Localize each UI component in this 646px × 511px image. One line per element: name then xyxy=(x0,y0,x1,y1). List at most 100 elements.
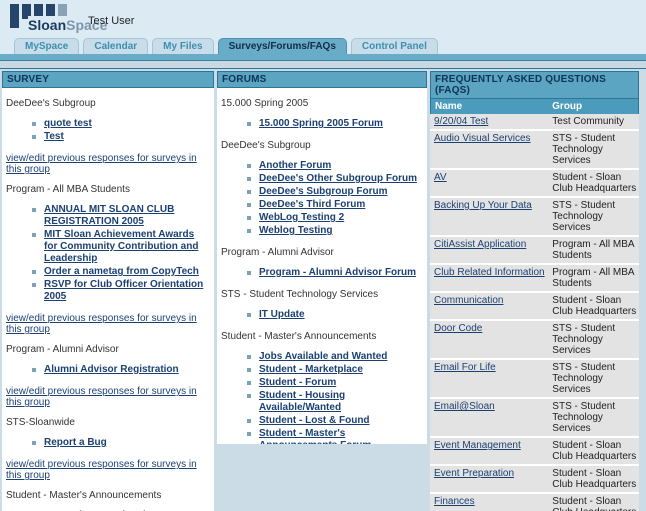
forum-link[interactable]: Student - Lost & Found xyxy=(259,415,370,426)
forum-link[interactable]: IT Update xyxy=(259,309,305,320)
item-list: Jobs Available and Wanted Student - Marke… xyxy=(247,351,423,444)
faq-link[interactable]: CitiAssist Application xyxy=(434,239,526,250)
faq-link[interactable]: 9/20/04 Test xyxy=(434,116,488,127)
survey-list: DeeDee's Subgroup quote test Test view/ed… xyxy=(2,88,214,511)
forum-link[interactable]: Student - Forum xyxy=(259,377,336,388)
faq-group-label: Student - Sloan Club Headquarters xyxy=(550,170,639,196)
group-name-label: STS - Student Technology Services xyxy=(221,289,423,300)
survey-link[interactable]: ANNUAL MIT SLOAN CLUB REGISTRATION 2005 xyxy=(44,204,174,227)
accent-bar xyxy=(0,54,646,61)
faq-group-label: Program - All MBA Students xyxy=(550,237,639,263)
group-section: Program - All MBA Students ANNUAL MIT SL… xyxy=(6,184,210,335)
list-item: Student - Marketplace xyxy=(247,364,423,377)
survey-link[interactable]: quote test xyxy=(44,118,92,129)
list-item: RSVP for Club Officer Orientation 2005 xyxy=(32,279,210,304)
forum-link[interactable]: DeeDee's Other Subgroup Forum xyxy=(259,173,417,184)
survey-link[interactable]: Report a Bug xyxy=(44,437,107,448)
faq-link[interactable]: Audio Visual Services xyxy=(434,133,531,144)
survey-panel: SURVEY DeeDee's Subgroup quote testTest … xyxy=(2,71,214,511)
tab-my-files[interactable]: My Files xyxy=(152,38,213,54)
faq-link[interactable]: Door Code xyxy=(434,323,482,334)
faq-panel: FREQUENTLY ASKED QUESTIONS (FAQS) Name G… xyxy=(430,71,639,511)
tab-control-panel[interactable]: Control Panel xyxy=(351,38,438,54)
survey-link[interactable]: Test xyxy=(44,131,64,142)
forum-link[interactable]: Weblog Testing xyxy=(259,225,333,236)
list-item: DeeDee's Subgroup Forum xyxy=(247,186,423,199)
survey-link[interactable]: Alumni Advisor Registration xyxy=(44,364,179,375)
survey-link[interactable]: RSVP for Club Officer Orientation 2005 xyxy=(44,279,203,302)
table-row: Audio Visual Services STS - Student Tech… xyxy=(430,131,639,170)
faq-link[interactable]: Email@Sloan xyxy=(434,401,495,412)
faq-link[interactable]: Finances xyxy=(434,496,475,507)
item-list: Program - Alumni Advisor Forum xyxy=(247,267,423,280)
forum-link[interactable]: Student - Marketplace xyxy=(259,364,363,375)
forum-link[interactable]: DeeDee's Subgroup Forum xyxy=(259,186,388,197)
list-item: Student - Lost & Found xyxy=(247,415,423,428)
faq-link[interactable]: AV xyxy=(434,172,447,183)
table-row: Communication Student - Sloan Club Headq… xyxy=(430,293,639,321)
view-edit-responses-link[interactable]: view/edit previous responses for surveys… xyxy=(6,386,210,408)
faq-group-label: STS - Student Technology Services xyxy=(550,360,639,397)
group-name-label: DeeDee's Subgroup xyxy=(6,98,210,109)
list-item: Order a nametag from CopyTech xyxy=(32,266,210,279)
group-name-label: Student - Master's Announcements xyxy=(221,331,423,342)
forum-link[interactable]: Student - Housing Available/Wanted xyxy=(259,390,345,413)
header-strip xyxy=(0,61,646,68)
list-item: 15.000 Spring 2005 Forum xyxy=(247,118,423,131)
list-item: Student - Housing Available/Wanted xyxy=(247,390,423,415)
item-list: quote test Test xyxy=(32,118,210,144)
faq-group-label: Student - Sloan Club Headquarters xyxy=(550,438,639,464)
list-item: MIT Sloan Achievement Awards for Communi… xyxy=(32,229,210,266)
table-row: Email@Sloan STS - Student Technology Ser… xyxy=(430,399,639,438)
faq-link[interactable]: Club Related Information xyxy=(434,267,545,278)
group-name-label: Program - Alumni Advisor xyxy=(221,247,423,258)
faq-link[interactable]: Event Management xyxy=(434,440,521,451)
item-list: 15.000 Spring 2005 Forum xyxy=(247,118,423,131)
forum-link[interactable]: Another Forum xyxy=(259,160,331,171)
faq-group-label: STS - Student Technology Services xyxy=(550,399,639,436)
forum-link[interactable]: Program - Alumni Advisor Forum xyxy=(259,267,416,278)
list-item: WebLog Testing 2 xyxy=(247,212,423,225)
group-name-label: 15.000 Spring 2005 xyxy=(221,98,423,109)
table-row: Club Related Information Program - All M… xyxy=(430,265,639,293)
table-row: Event Preparation Student - Sloan Club H… xyxy=(430,466,639,494)
forum-link[interactable]: Student - Master's Announcements Forum xyxy=(259,428,371,444)
forum-link[interactable]: WebLog Testing 2 xyxy=(259,212,344,223)
tab-myspace[interactable]: MySpace xyxy=(14,38,79,54)
forum-link[interactable]: DeeDee's Third Forum xyxy=(259,199,365,210)
faq-group-label: STS - Student Technology Services xyxy=(550,198,639,235)
table-row: 9/20/04 Test Test Community xyxy=(430,114,639,131)
survey-link[interactable]: MIT Sloan Achievement Awards for Communi… xyxy=(44,229,198,264)
view-edit-responses-link[interactable]: view/edit previous responses for surveys… xyxy=(6,153,210,175)
faq-group-label: STS - Student Technology Services xyxy=(550,131,639,168)
faq-group-label: Test Community xyxy=(550,114,639,129)
faq-link[interactable]: Communication xyxy=(434,295,503,306)
group-section: 15.000 Spring 2005 15.000 Spring 2005 Fo… xyxy=(221,98,423,131)
view-edit-responses-link[interactable]: view/edit previous responses for surveys… xyxy=(6,459,210,481)
item-list: ANNUAL MIT SLOAN CLUB REGISTRATION 2005M… xyxy=(32,204,210,304)
group-section: Program - Alumni Advisor Alumni Advisor … xyxy=(6,344,210,408)
brand: SloanSpace xyxy=(10,4,67,28)
forum-link[interactable]: 15.000 Spring 2005 Forum xyxy=(259,118,383,129)
list-item: Alumni Advisor Registration xyxy=(32,364,210,377)
item-list: IT Update xyxy=(247,309,423,322)
list-item: DeeDee's Other Subgroup Forum xyxy=(247,173,423,186)
group-section: STS-Sloanwide Report a Bug view/edit pre… xyxy=(6,417,210,481)
forum-link[interactable]: Jobs Available and Wanted xyxy=(259,351,387,362)
faq-link[interactable]: Backing Up Your Data xyxy=(434,200,532,211)
faq-group-label: Student - Sloan Club Headquarters xyxy=(550,293,639,319)
faq-link[interactable]: Email For Life xyxy=(434,362,496,373)
tab-bar: MySpaceCalendarMy Files Surveys/Forums/FA… xyxy=(0,36,646,54)
tab-calendar[interactable]: Calendar xyxy=(83,38,148,54)
tab-surveys-forums-faqs[interactable]: Surveys/Forums/FAQs xyxy=(218,38,347,54)
survey-link[interactable]: Order a nametag from CopyTech xyxy=(44,266,199,277)
table-row: Email For Life STS - Student Technology … xyxy=(430,360,639,399)
faq-group-label: Program - All MBA Students xyxy=(550,265,639,291)
faq-group-label: Student - Sloan Club Headquarters xyxy=(550,466,639,492)
faq-link[interactable]: Event Preparation xyxy=(434,468,514,479)
view-edit-responses-link[interactable]: view/edit previous responses for surveys… xyxy=(6,313,210,335)
list-item: Weblog Testing xyxy=(247,225,423,238)
list-item: Another Forum xyxy=(247,160,423,173)
table-row: Finances Student - Sloan Club Headquarte… xyxy=(430,494,639,511)
faq-panel-title: FREQUENTLY ASKED QUESTIONS (FAQS) xyxy=(430,71,639,99)
